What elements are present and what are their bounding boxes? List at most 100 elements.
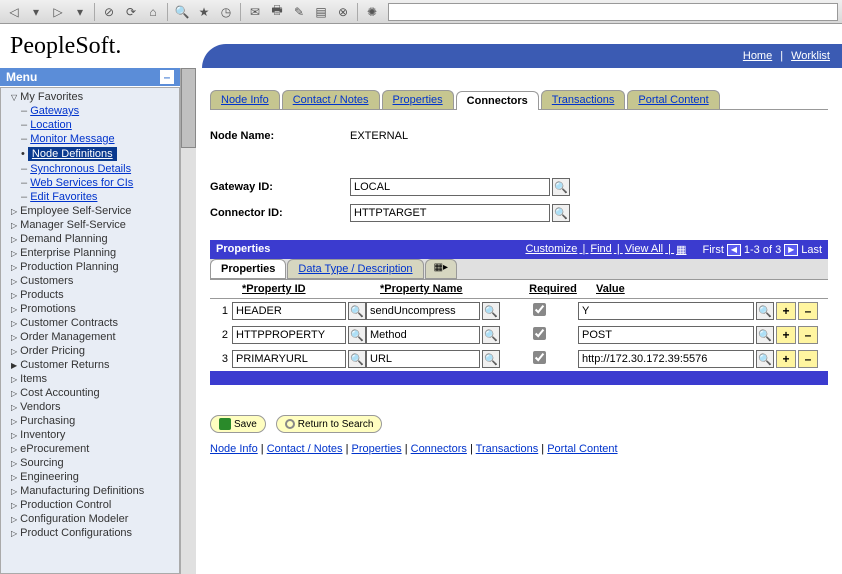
close-icon[interactable]: ⊗ (333, 2, 353, 22)
sidebar-item-sourcing[interactable]: Sourcing (3, 456, 177, 470)
add-row-button[interactable]: + (776, 350, 796, 368)
col-value[interactable]: Value (592, 283, 792, 295)
col-property-name[interactable]: *Property Name (376, 283, 514, 295)
sidebar-item-location[interactable]: Location (30, 119, 72, 131)
back-menu-icon[interactable]: ▾ (26, 2, 46, 22)
link-connectors[interactable]: Connectors (411, 443, 467, 455)
sidebar-item-synchronous-details[interactable]: Synchronous Details (30, 163, 131, 175)
grid-next-icon[interactable]: ▶ (784, 244, 798, 256)
lookup-icon[interactable]: 🔍 (482, 302, 500, 320)
favorites-icon[interactable]: ★ (194, 2, 214, 22)
connector-input[interactable] (350, 204, 550, 222)
gateway-input[interactable] (350, 178, 550, 196)
lookup-icon[interactable]: 🔍 (348, 302, 366, 320)
gateway-lookup-icon[interactable]: 🔍 (552, 178, 570, 196)
sidebar-item-monitor-message[interactable]: Monitor Message (30, 133, 114, 145)
property-id-input[interactable] (232, 302, 346, 320)
print-icon[interactable]: 🖶 (267, 2, 287, 22)
sidebar-item-production-planning[interactable]: Production Planning (3, 260, 177, 274)
sidebar-item-engineering[interactable]: Engineering (3, 470, 177, 484)
subtab-showall-icon[interactable]: ▦▸ (425, 259, 457, 279)
grid-first-link[interactable]: First (703, 244, 724, 256)
lookup-icon[interactable]: 🔍 (482, 326, 500, 344)
stop-icon[interactable]: ⊘ (99, 2, 119, 22)
back-icon[interactable]: ◁ (4, 2, 24, 22)
link-contact-notes[interactable]: Contact / Notes (267, 443, 343, 455)
sidebar-item-manager-self-service[interactable]: Manager Self-Service (3, 218, 177, 232)
worklist-link[interactable]: Worklist (791, 50, 830, 62)
tab-portal-content[interactable]: Portal Content (627, 90, 719, 109)
delete-row-button[interactable]: – (798, 326, 818, 344)
connector-lookup-icon[interactable]: 🔍 (552, 204, 570, 222)
address-bar[interactable] (388, 3, 838, 21)
sidebar-item-customer-contracts[interactable]: Customer Contracts (3, 316, 177, 330)
subtab-datatype[interactable]: Data Type / Description (287, 259, 423, 279)
home-link[interactable]: Home (743, 50, 772, 62)
tab-contact-notes[interactable]: Contact / Notes (282, 90, 380, 109)
value-input[interactable] (578, 326, 754, 344)
grid-customize-link[interactable]: Customize (525, 243, 577, 256)
sidebar-item-product-configurations[interactable]: Product Configurations (3, 526, 177, 540)
subtab-properties[interactable]: Properties (210, 259, 286, 279)
value-input[interactable] (578, 302, 754, 320)
sidebar-item-vendors[interactable]: Vendors (3, 400, 177, 414)
col-property-id[interactable]: *Property ID (238, 283, 376, 295)
sidebar-item-demand-planning[interactable]: Demand Planning (3, 232, 177, 246)
tab-connectors[interactable]: Connectors (456, 91, 539, 110)
property-id-input[interactable] (232, 326, 346, 344)
home-icon[interactable]: ⌂ (143, 2, 163, 22)
sidebar-item-web-services-for-cis[interactable]: Web Services for CIs (30, 177, 133, 189)
grid-prev-icon[interactable]: ◀ (727, 244, 741, 256)
sidebar-item-cost-accounting[interactable]: Cost Accounting (3, 386, 177, 400)
lookup-icon[interactable]: 🔍 (756, 350, 774, 368)
sidebar-item-eprocurement[interactable]: eProcurement (3, 442, 177, 456)
property-id-input[interactable] (232, 350, 346, 368)
required-checkbox[interactable] (533, 303, 546, 316)
delete-row-button[interactable]: – (798, 302, 818, 320)
tab-node-info[interactable]: Node Info (210, 90, 280, 109)
forward-menu-icon[interactable]: ▾ (70, 2, 90, 22)
lookup-icon[interactable]: 🔍 (756, 326, 774, 344)
lookup-icon[interactable]: 🔍 (482, 350, 500, 368)
sidebar-item-gateways[interactable]: Gateways (30, 105, 79, 117)
grid-last-link[interactable]: Last (801, 244, 822, 256)
sidebar-item-promotions[interactable]: Promotions (3, 302, 177, 316)
grid-find-link[interactable]: Find (590, 243, 611, 256)
value-input[interactable] (578, 350, 754, 368)
link-transactions[interactable]: Transactions (476, 443, 539, 455)
sidebar-item-items[interactable]: Items (3, 372, 177, 386)
sidebar-item-purchasing[interactable]: Purchasing (3, 414, 177, 428)
edit-icon[interactable]: ✎ (289, 2, 309, 22)
add-row-button[interactable]: + (776, 326, 796, 344)
lookup-icon[interactable]: 🔍 (348, 350, 366, 368)
tab-properties[interactable]: Properties (382, 90, 454, 109)
link-properties[interactable]: Properties (352, 443, 402, 455)
sidebar-item-node-definitions[interactable]: Node Definitions (28, 147, 117, 161)
minimize-icon[interactable]: – (160, 70, 174, 84)
sidebar-item-customers[interactable]: Customers (3, 274, 177, 288)
menu-scrollbar[interactable] (180, 68, 196, 574)
sidebar-item-order-pricing[interactable]: Order Pricing (3, 344, 177, 358)
link-node-info[interactable]: Node Info (210, 443, 258, 455)
col-required[interactable]: Required (514, 283, 592, 295)
delete-row-button[interactable]: – (798, 350, 818, 368)
required-checkbox[interactable] (533, 327, 546, 340)
doc-icon[interactable]: ▤ (311, 2, 331, 22)
grid-viewall-link[interactable]: View All (625, 243, 663, 256)
property-name-input[interactable] (366, 350, 480, 368)
property-name-input[interactable] (366, 302, 480, 320)
forward-icon[interactable]: ▷ (48, 2, 68, 22)
sidebar-item-inventory[interactable]: Inventory (3, 428, 177, 442)
menu-my-favorites[interactable]: My Favorites (3, 90, 177, 104)
lookup-icon[interactable]: 🔍 (756, 302, 774, 320)
messenger-icon[interactable]: ✺ (362, 2, 382, 22)
property-name-input[interactable] (366, 326, 480, 344)
sidebar-item-configuration-modeler[interactable]: Configuration Modeler (3, 512, 177, 526)
grid-download-icon[interactable]: ▦ (676, 243, 686, 256)
sidebar-item-manufacturing-definitions[interactable]: Manufacturing Definitions (3, 484, 177, 498)
search-icon[interactable]: 🔍 (172, 2, 192, 22)
menu-customer-returns[interactable]: ▶ Customer Returns (3, 358, 177, 372)
sidebar-item-employee-self-service[interactable]: Employee Self-Service (3, 204, 177, 218)
sidebar-item-production-control[interactable]: Production Control (3, 498, 177, 512)
sidebar-item-edit-favorites[interactable]: Edit Favorites (30, 191, 97, 203)
